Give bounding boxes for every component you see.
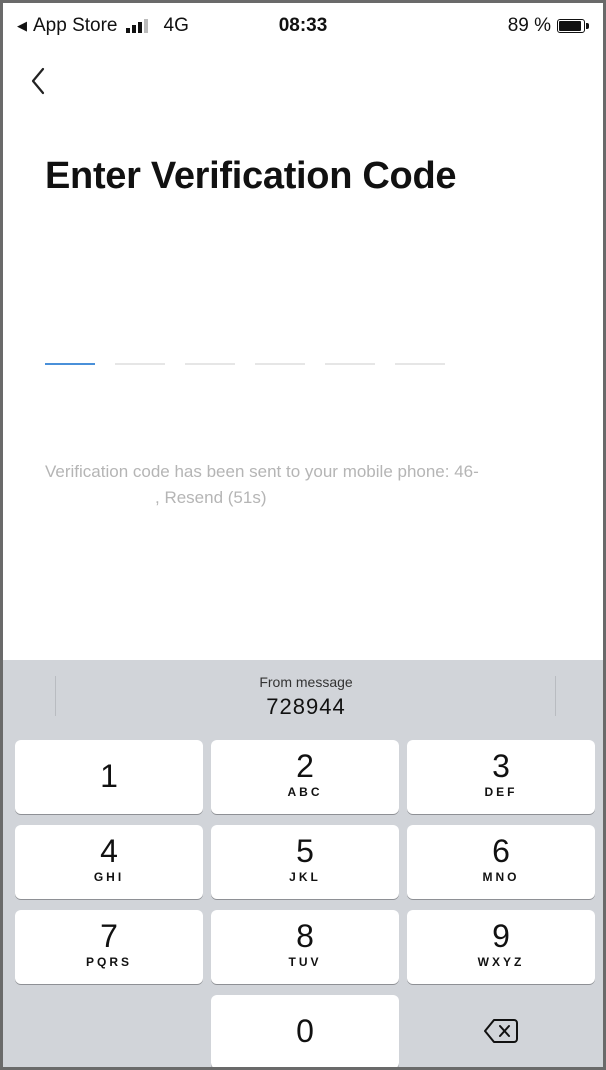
backspace-icon (484, 1019, 518, 1043)
key-4[interactable]: 4 GHI (15, 825, 203, 899)
key-7[interactable]: 7 PQRS (15, 910, 203, 984)
code-slot-6[interactable] (395, 363, 445, 365)
suggestion-divider (55, 676, 56, 716)
code-slot-1[interactable] (45, 363, 95, 365)
autofill-suggestion-bar: From message 728944 (3, 660, 603, 738)
page-title: Enter Verification Code (45, 155, 457, 197)
resend-link[interactable]: , Resend (51s) (155, 488, 267, 507)
key-2[interactable]: 2 ABC (211, 740, 399, 814)
code-slot-3[interactable] (185, 363, 235, 365)
battery-percent: 89 % (507, 15, 551, 36)
numeric-keyboard: From message 728944 1 2 ABC 3 DEF 4 GHI 5 JK… (3, 660, 603, 1067)
key-5[interactable]: 5 JKL (211, 825, 399, 899)
keypad: 1 2 ABC 3 DEF 4 GHI 5 JKL 6 MNO 7 PQRS 8 TUV 9W… (15, 740, 595, 1067)
key-9[interactable]: 9 WXYZ (407, 910, 595, 984)
status-right: 89 % (507, 15, 589, 37)
code-sent-text: Verification code has been sent to your … (45, 462, 479, 481)
verification-code-input[interactable] (45, 363, 445, 365)
code-slot-5[interactable] (325, 363, 375, 365)
battery-icon (557, 19, 589, 33)
suggestion-label: From message (259, 674, 353, 690)
key-blank (15, 995, 203, 1067)
key-1[interactable]: 1 (15, 740, 203, 814)
key-6[interactable]: 6 MNO (407, 825, 595, 899)
autofill-code-suggestion[interactable]: From message 728944 (153, 674, 459, 720)
suggestion-divider (555, 676, 556, 716)
status-bar: ◀ App Store 4G 08:33 89 % (3, 3, 603, 43)
chevron-left-icon (31, 67, 45, 95)
phone-screen: ◀ App Store 4G 08:33 89 % Enter Verifica… (0, 0, 606, 1070)
back-button[interactable] (25, 61, 55, 101)
code-sent-message: Verification code has been sent to your … (45, 459, 515, 511)
key-0[interactable]: 0 (211, 995, 399, 1067)
code-slot-2[interactable] (115, 363, 165, 365)
key-3[interactable]: 3 DEF (407, 740, 595, 814)
delete-key[interactable] (407, 995, 595, 1067)
suggestion-code: 728944 (266, 694, 346, 719)
key-8[interactable]: 8 TUV (211, 910, 399, 984)
code-slot-4[interactable] (255, 363, 305, 365)
